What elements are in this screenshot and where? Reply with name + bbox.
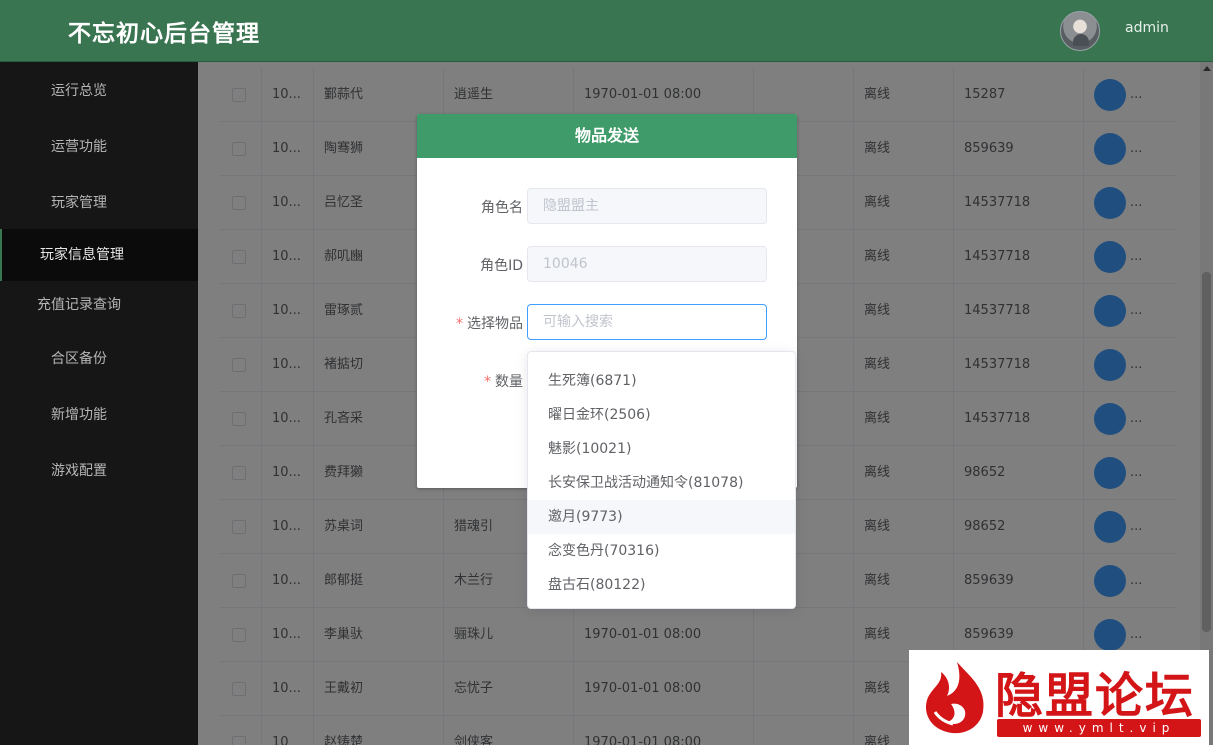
watermark-text: 隐盟论坛 (995, 668, 1196, 724)
sidebar-item-player-management[interactable]: 玩家管理 (0, 177, 198, 229)
item-search-input[interactable]: 可输入搜索 (527, 304, 767, 340)
role-name-input: 隐盟盟主 (527, 188, 767, 224)
item-select-label: * 选择物品 (456, 313, 523, 333)
sidebar-item-operations[interactable]: 运营功能 (0, 121, 198, 173)
sidebar-item-game-config[interactable]: 游戏配置 (0, 445, 198, 497)
item-select-label-text: 选择物品 (467, 316, 523, 332)
dropdown-option[interactable]: 长安保卫战活动通知令(81078) (528, 466, 795, 500)
item-select-dropdown: 生死簿(6871) 曜日金环(2506) 魅影(10021) 长安保卫战活动通知… (527, 351, 796, 609)
dropdown-option[interactable]: 生死簿(6871) (528, 364, 795, 398)
watermark-url: www.ymlt.vip (997, 719, 1201, 737)
dialog-title: 物品发送 (417, 114, 797, 158)
dropdown-option-hovered[interactable]: 邀月(9773) (528, 500, 795, 534)
watermark-flame-logo-icon (925, 662, 984, 734)
role-id-label: 角色ID (480, 258, 523, 274)
user-name[interactable]: admin (1125, 20, 1169, 36)
sidebar: 运行总览 运营功能 玩家管理 玩家信息管理 充值记录查询 合区备份 新增功能 游… (0, 62, 198, 745)
sidebar-item-player-info[interactable]: 玩家信息管理 (0, 229, 198, 281)
sidebar-item-overview[interactable]: 运行总览 (0, 65, 198, 117)
app-title: 不忘初心后台管理 (68, 21, 260, 47)
dropdown-option[interactable]: 念变色丹(70316) (528, 534, 795, 568)
dropdown-option[interactable]: 盘古石(80122) (528, 568, 795, 602)
dropdown-option[interactable]: 曜日金环(2506) (528, 398, 795, 432)
quantity-label-text: 数量 (495, 374, 523, 390)
top-header: 不忘初心后台管理 admin (0, 0, 1213, 62)
forum-watermark: 隐盟论坛 www.ymlt.vip (909, 650, 1209, 745)
required-mark: * (484, 374, 491, 390)
quantity-label: * 数量 (484, 371, 523, 391)
required-mark: * (456, 316, 463, 332)
sidebar-item-recharge-records[interactable]: 充值记录查询 (0, 279, 198, 331)
role-id-input: 10046 (527, 246, 767, 282)
user-avatar[interactable] (1060, 11, 1100, 51)
sidebar-item-merge-backup[interactable]: 合区备份 (0, 333, 198, 385)
dropdown-option[interactable]: 魅影(10021) (528, 432, 795, 466)
sidebar-item-new-features[interactable]: 新增功能 (0, 389, 198, 441)
role-name-label: 角色名 (481, 200, 523, 216)
